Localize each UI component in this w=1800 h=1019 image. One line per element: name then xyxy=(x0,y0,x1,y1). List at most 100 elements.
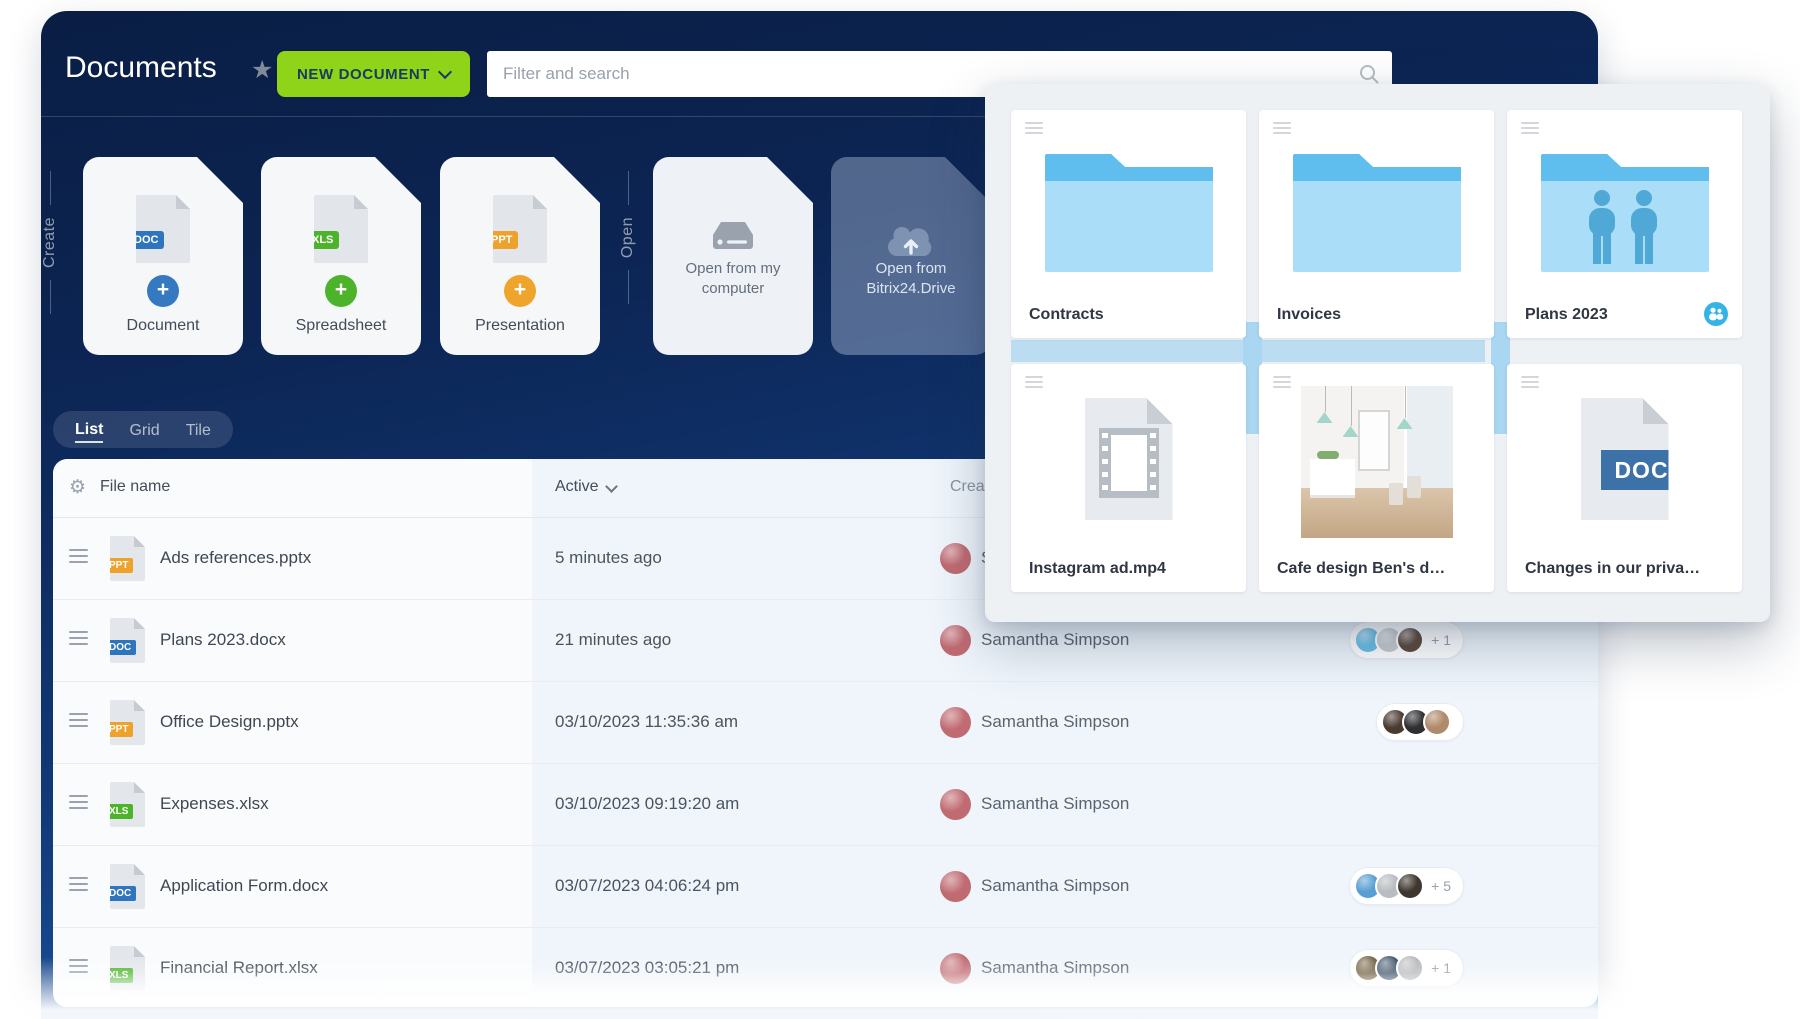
file-name[interactable]: Application Form.docx xyxy=(160,876,328,896)
file-type-icon: XLS xyxy=(110,782,145,827)
drag-handle-icon[interactable] xyxy=(69,795,88,809)
favorite-star-icon[interactable]: ★ xyxy=(251,55,273,85)
video-file-icon xyxy=(1085,398,1173,520)
folder-name[interactable]: Invoices xyxy=(1277,306,1454,324)
create-presentation-card[interactable]: PPT + Presentation xyxy=(440,157,600,355)
table-row[interactable]: PPT Office Design.pptx 03/10/2023 11:35:… xyxy=(53,682,1598,764)
shared-users-stack[interactable]: + 1 xyxy=(1349,621,1464,659)
drag-handle-icon[interactable] xyxy=(69,959,88,973)
card-menu-icon[interactable] xyxy=(1273,122,1291,134)
creator-name[interactable]: Samantha Simpson xyxy=(981,794,1129,814)
file-modified-time: 5 minutes ago xyxy=(555,548,662,568)
table-bottom-fade xyxy=(53,973,1598,1007)
document-file-icon: DOC xyxy=(136,195,190,263)
file-card-cafe-design[interactable]: Cafe design Ben's deal.jpg xyxy=(1259,364,1494,592)
creator-avatar xyxy=(940,625,971,656)
add-icon: + xyxy=(147,275,179,307)
folder-icon xyxy=(1293,154,1461,272)
tab-tile[interactable]: Tile xyxy=(186,418,211,442)
create-card-label: Document xyxy=(83,317,243,335)
add-icon: + xyxy=(504,275,536,307)
file-type-icon: DOC xyxy=(110,864,145,909)
file-name[interactable]: Expenses.xlsx xyxy=(160,794,269,814)
shared-folder-badge-icon xyxy=(1704,302,1728,326)
page-title: Documents xyxy=(65,51,217,85)
cloud-upload-icon xyxy=(880,215,942,261)
file-card-instagram-ad[interactable]: Instagram ad.mp4 xyxy=(1011,364,1246,592)
open-from-computer-card[interactable]: Open from my computer xyxy=(653,157,813,355)
create-spreadsheet-card[interactable]: XLS + Spreadsheet xyxy=(261,157,421,355)
tab-grid[interactable]: Grid xyxy=(129,418,159,442)
open-section-label-wrap: Open xyxy=(619,171,637,304)
file-type-icon: DOC xyxy=(110,618,145,663)
drag-handle-icon[interactable] xyxy=(69,713,88,727)
open-from-drive-card[interactable]: Open from Bitrix24.Drive xyxy=(831,157,991,355)
avatar xyxy=(1396,872,1424,900)
create-card-label: Spreadsheet xyxy=(261,317,421,335)
file-name[interactable]: Ads references.pptx xyxy=(160,548,311,568)
folder-card-invoices[interactable]: Invoices xyxy=(1259,110,1494,338)
card-menu-icon[interactable] xyxy=(1025,376,1043,388)
drag-handle-icon[interactable] xyxy=(69,549,88,563)
folder-name[interactable]: Plans 2023 xyxy=(1525,306,1702,324)
column-header-file-name[interactable]: File name xyxy=(100,478,170,496)
image-thumbnail xyxy=(1301,386,1453,538)
folder-icon xyxy=(1045,154,1213,272)
shared-users-stack[interactable] xyxy=(1376,703,1464,741)
avatar xyxy=(1423,708,1451,736)
create-document-card[interactable]: DOC + Document xyxy=(83,157,243,355)
search-icon[interactable] xyxy=(1358,63,1380,85)
card-menu-icon[interactable] xyxy=(1521,376,1539,388)
file-type-icon: PPT xyxy=(110,536,145,581)
create-section-label-wrap: Create xyxy=(41,171,59,314)
create-card-label: Presentation xyxy=(440,317,600,335)
presentation-file-icon: PPT xyxy=(493,195,547,263)
card-menu-icon[interactable] xyxy=(1521,122,1539,134)
extra-users-count: + 1 xyxy=(1431,632,1451,648)
open-card-label: Open from Bitrix24.Drive xyxy=(841,259,981,300)
new-document-button[interactable]: NEW DOCUMENT xyxy=(277,51,470,97)
shared-users-stack[interactable]: + 5 xyxy=(1349,867,1464,905)
drive-grid-overlay: Contracts Invoices Plans 202 xyxy=(985,84,1770,622)
open-section-label: Open xyxy=(619,217,637,258)
shared-folder-icon xyxy=(1541,154,1709,272)
doc-file-icon: DOC xyxy=(1581,398,1669,520)
table-row[interactable]: DOC Application Form.docx 03/07/2023 04:… xyxy=(53,846,1598,928)
drag-handle-icon[interactable] xyxy=(69,877,88,891)
card-menu-icon[interactable] xyxy=(1025,122,1043,134)
creator-avatar xyxy=(940,707,971,738)
file-modified-time: 21 minutes ago xyxy=(555,630,671,650)
open-card-label: Open from my computer xyxy=(663,259,803,300)
people-icon xyxy=(1581,190,1669,266)
creator-avatar xyxy=(940,543,971,574)
file-modified-time: 03/07/2023 04:06:24 pm xyxy=(555,876,739,896)
avatar xyxy=(1396,626,1424,654)
sort-chevron-icon xyxy=(605,480,618,493)
table-row[interactable]: XLS Expenses.xlsx 03/10/2023 09:19:20 am… xyxy=(53,764,1598,846)
file-name[interactable]: Office Design.pptx xyxy=(160,712,299,732)
file-name[interactable]: Instagram ad.mp4 xyxy=(1029,560,1206,578)
table-settings-gear-icon[interactable]: ⚙ xyxy=(69,476,86,500)
extra-users-count: + 5 xyxy=(1431,878,1451,894)
doc-chip: DOC xyxy=(1601,450,1683,490)
creator-name[interactable]: Samantha Simpson xyxy=(981,712,1129,732)
creator-avatar xyxy=(940,789,971,820)
view-switcher: List Grid Tile xyxy=(53,411,233,448)
file-modified-time: 03/10/2023 09:19:20 am xyxy=(555,794,739,814)
new-document-label: NEW DOCUMENT xyxy=(297,66,430,83)
file-type-icon: PPT xyxy=(110,700,145,745)
card-menu-icon[interactable] xyxy=(1273,376,1291,388)
folder-card-contracts[interactable]: Contracts xyxy=(1011,110,1246,338)
column-header-active[interactable]: Active xyxy=(555,478,616,496)
creator-name[interactable]: Samantha Simpson xyxy=(981,876,1129,896)
creator-avatar xyxy=(940,871,971,902)
file-name[interactable]: Changes in our privacy polic... xyxy=(1525,560,1702,578)
file-name[interactable]: Cafe design Ben's deal.jpg xyxy=(1277,560,1454,578)
creator-name[interactable]: Samantha Simpson xyxy=(981,630,1129,650)
folder-card-plans-2023[interactable]: Plans 2023 xyxy=(1507,110,1742,338)
file-name[interactable]: Plans 2023.docx xyxy=(160,630,286,650)
folder-name[interactable]: Contracts xyxy=(1029,306,1206,324)
tab-list[interactable]: List xyxy=(75,417,103,443)
file-card-privacy-policy[interactable]: DOC Changes in our privacy polic... xyxy=(1507,364,1742,592)
drag-handle-icon[interactable] xyxy=(69,631,88,645)
